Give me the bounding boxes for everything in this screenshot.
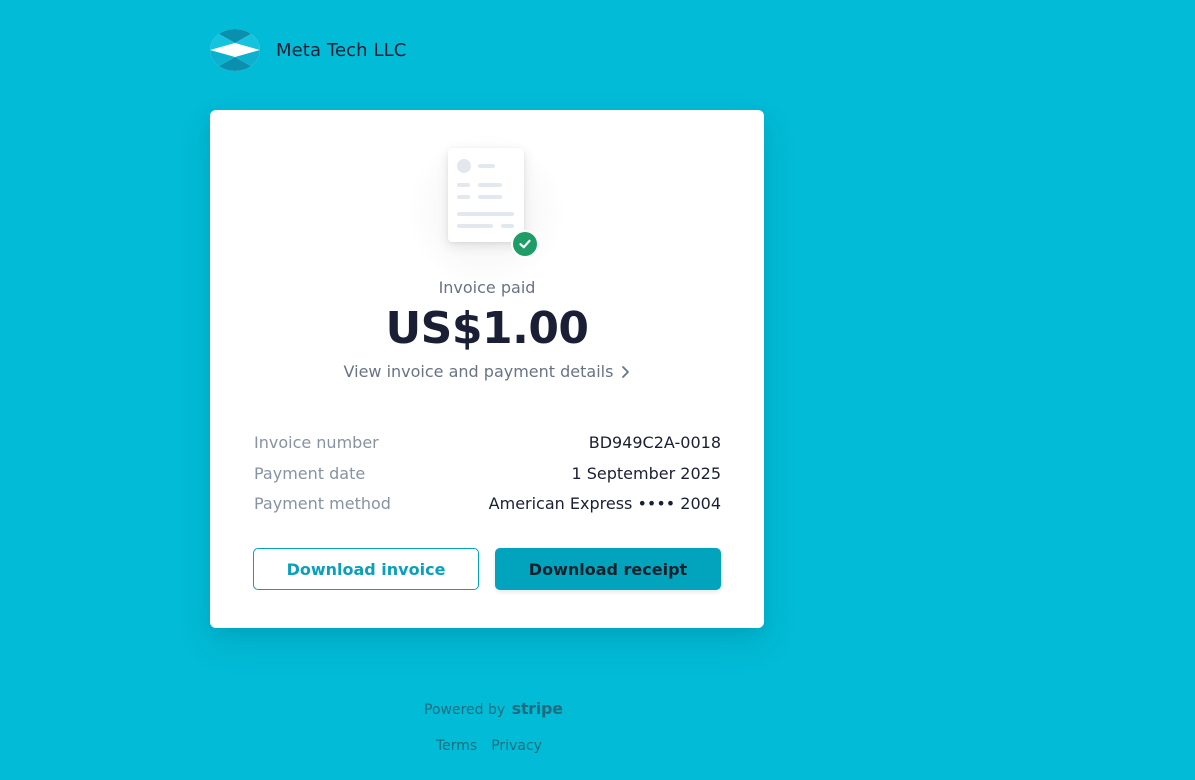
view-details-link[interactable]: View invoice and payment details — [210, 362, 764, 381]
download-receipt-button[interactable]: Download receipt — [495, 548, 721, 590]
detail-row-invoice-number: Invoice number BD949C2A-0018 — [254, 428, 721, 459]
detail-row-payment-date: Payment date 1 September 2025 — [254, 459, 721, 490]
download-invoice-button[interactable]: Download invoice — [253, 548, 479, 590]
detail-label: Payment method — [254, 494, 391, 513]
detail-row-payment-method: Payment method American Express •••• 200… — [254, 489, 721, 520]
view-details-label: View invoice and payment details — [343, 362, 614, 381]
merchant-name: Meta Tech LLC — [276, 39, 407, 61]
detail-label: Payment date — [254, 463, 366, 483]
footer-links: Terms Privacy — [436, 738, 542, 754]
invoice-amount: US$1.00 — [385, 303, 589, 354]
detail-value: 1 September 2025 — [571, 463, 721, 483]
powered-by-stripe[interactable]: Powered by stripe — [424, 699, 563, 718]
detail-label: Invoice number — [254, 433, 379, 452]
detail-value: BD949C2A-0018 — [588, 433, 721, 452]
invoice-card: Invoice paid US$1.00 View invoice and pa… — [210, 110, 764, 628]
merchant-header: Meta Tech LLC — [210, 29, 406, 71]
stripe-logo: stripe — [511, 699, 563, 718]
powered-by-label: Powered by — [424, 702, 506, 718]
terms-link[interactable]: Terms — [436, 738, 477, 754]
document-icon — [448, 148, 524, 242]
detail-value: American Express •••• 2004 — [488, 494, 721, 513]
paid-check-icon — [511, 230, 539, 258]
privacy-link[interactable]: Privacy — [491, 738, 542, 754]
invoice-status: Invoice paid — [438, 278, 536, 297]
meta-tech-logo-icon — [210, 29, 260, 71]
chevron-right-icon — [622, 365, 630, 378]
payment-details: Invoice number BD949C2A-0018 Payment dat… — [254, 428, 721, 520]
